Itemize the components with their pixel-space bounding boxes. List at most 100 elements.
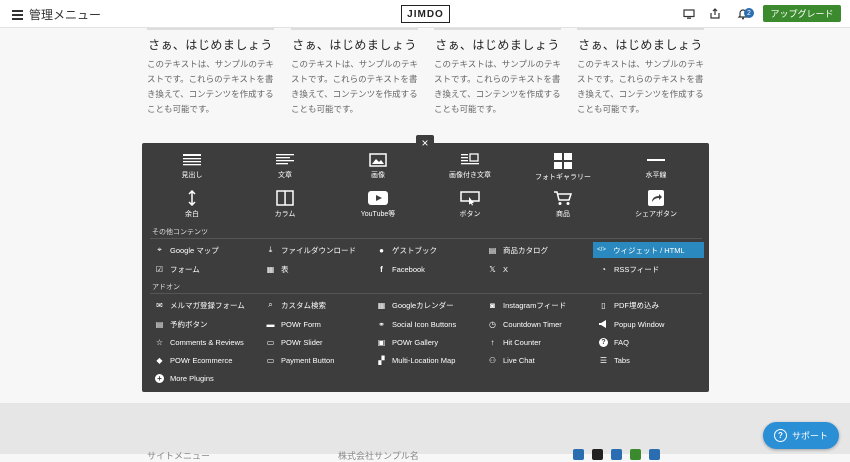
social-icon[interactable] bbox=[649, 449, 660, 460]
gallery-small-icon: ▣ bbox=[377, 337, 386, 347]
addon-instagram-feed[interactable]: ◙ Instagramフィード bbox=[485, 297, 596, 313]
map-icon: ▞ bbox=[378, 355, 385, 365]
upgrade-button[interactable]: アップグレード bbox=[763, 5, 841, 22]
pdf-icon: ▯ bbox=[601, 300, 606, 310]
addon-faq[interactable]: ? FAQ bbox=[596, 334, 707, 350]
column-heading[interactable]: さぁ、はじめましょう bbox=[434, 36, 561, 53]
x-social-icon[interactable] bbox=[592, 449, 603, 460]
admin-menu-button[interactable]: 管理メニュー bbox=[12, 6, 101, 23]
hamburger-icon bbox=[12, 10, 23, 20]
addon-live-chat[interactable]: ⚇ Live Chat bbox=[485, 352, 596, 368]
cart-icon bbox=[554, 191, 573, 205]
code-icon: </> bbox=[597, 247, 606, 253]
slider-icon: ▭ bbox=[266, 337, 275, 347]
column-text[interactable]: このテキストは、サンプルのテキストです。これらのテキストを書き換えて、コンテンツ… bbox=[434, 57, 561, 117]
calendar-icon: ▦ bbox=[377, 300, 386, 310]
block-image-text[interactable]: 画像付き文章 bbox=[425, 153, 515, 180]
addon-social-icon-buttons[interactable]: ⚭ Social Icon Buttons bbox=[374, 316, 485, 332]
footer-company-name[interactable]: 株式会社サンプル名 bbox=[338, 449, 419, 462]
desktop-preview-icon[interactable] bbox=[683, 8, 695, 20]
spacer-icon bbox=[188, 190, 196, 206]
addon-more-plugins[interactable]: + More Plugins bbox=[152, 370, 263, 386]
item-form[interactable]: ☑ フォーム bbox=[152, 261, 263, 277]
item-google-map[interactable]: ⌖ Google マップ bbox=[152, 242, 263, 258]
addon-custom-search[interactable]: ⌕ カスタム検索 bbox=[263, 297, 374, 313]
add-element-panel: 見出し 文章 画像 画像付き文章 フォトギャラリー 水平線 余白 カラム You… bbox=[142, 143, 709, 392]
download-icon: ⤓ bbox=[268, 245, 273, 254]
column-heading[interactable]: さぁ、はじめましょう bbox=[147, 36, 274, 53]
block-share[interactable]: シェアボタン bbox=[611, 190, 701, 219]
block-columns[interactable]: カラム bbox=[240, 190, 330, 219]
other-contents-heading: その他コンテンツ bbox=[152, 229, 208, 236]
tag-icon: ◆ bbox=[156, 355, 163, 365]
megaphone-icon bbox=[599, 320, 608, 329]
divider bbox=[150, 293, 702, 294]
block-image[interactable]: 画像 bbox=[333, 153, 423, 180]
addon-payment-button[interactable]: ▭ Payment Button bbox=[263, 352, 374, 368]
column-text[interactable]: このテキストは、サンプルのテキストです。これらのテキストを書き換えて、コンテンツ… bbox=[291, 57, 418, 117]
addon-multi-location-map[interactable]: ▞ Multi-Location Map bbox=[374, 352, 485, 368]
block-gallery[interactable]: フォトギャラリー bbox=[518, 153, 608, 182]
item-product-catalog[interactable]: ▤ 商品カタログ bbox=[485, 242, 596, 258]
block-label: ボタン bbox=[459, 211, 481, 218]
footer-site-menu[interactable]: サイトメニュー bbox=[147, 449, 210, 462]
block-label: 画像 bbox=[371, 172, 385, 179]
column-heading[interactable]: さぁ、はじめましょう bbox=[577, 36, 704, 53]
block-button[interactable]: ボタン bbox=[425, 190, 515, 219]
item-table[interactable]: ▦ 表 bbox=[263, 261, 374, 277]
addon-countdown-timer[interactable]: ◷ Countdown Timer bbox=[485, 316, 596, 332]
addon-pdf-embed[interactable]: ▯ PDF埋め込み bbox=[596, 297, 707, 313]
linkedin-social-icon[interactable] bbox=[611, 449, 622, 460]
block-label: 商品 bbox=[556, 211, 570, 218]
column-text[interactable]: このテキストは、サンプルのテキストです。これらのテキストを書き換えて、コンテンツ… bbox=[147, 57, 274, 117]
item-x[interactable]: 𝕏X bbox=[485, 261, 596, 277]
divider bbox=[150, 238, 702, 239]
item-file-download[interactable]: ⤓ ファイルダウンロード bbox=[263, 242, 374, 258]
item-facebook[interactable]: f Facebook bbox=[374, 261, 485, 277]
item-widget-html[interactable]: </> ウィジェット / HTML bbox=[593, 242, 704, 258]
addon-tabs[interactable]: ☰ Tabs bbox=[596, 352, 707, 368]
rss-icon: ◔ bbox=[601, 264, 606, 274]
addon-powr-gallery[interactable]: ▣ POWr Gallery bbox=[374, 334, 485, 350]
addon-powr-slider[interactable]: ▭ POWr Slider bbox=[263, 334, 374, 350]
addon-hit-counter[interactable]: ↑ Hit Counter bbox=[485, 334, 596, 350]
clock-icon: ◷ bbox=[489, 319, 496, 329]
addon-popup-window[interactable]: Popup Window bbox=[596, 316, 707, 332]
item-rss-feed[interactable]: ◔ RSSフィード bbox=[596, 261, 707, 277]
addon-powr-ecommerce[interactable]: ◆ POWr Ecommerce bbox=[152, 352, 263, 368]
block-heading[interactable]: 見出し bbox=[147, 153, 237, 180]
close-panel-button[interactable]: × bbox=[416, 135, 434, 151]
column-text[interactable]: このテキストは、サンプルのテキストです。これらのテキストを書き換えて、コンテンツ… bbox=[577, 57, 704, 117]
question-icon: ? bbox=[599, 337, 608, 347]
column-heading[interactable]: さぁ、はじめましょう bbox=[291, 36, 418, 53]
block-spacer[interactable]: 余白 bbox=[147, 190, 237, 219]
content-column: さぁ、はじめましょう このテキストは、サンプルのテキストです。これらのテキストを… bbox=[577, 28, 704, 117]
block-text[interactable]: 文章 bbox=[240, 153, 330, 180]
item-guestbook[interactable]: ● ゲストブック bbox=[374, 242, 485, 258]
share-out-icon[interactable] bbox=[709, 8, 721, 20]
block-label: 見出し bbox=[181, 172, 203, 179]
heading-icon bbox=[183, 154, 201, 166]
block-label: 水平線 bbox=[645, 172, 667, 179]
addon-powr-form[interactable]: ▬ POWr Form bbox=[263, 316, 374, 332]
block-label: 画像付き文章 bbox=[449, 172, 491, 179]
support-button[interactable]: ? サポート bbox=[763, 422, 839, 449]
booking-icon: ▤ bbox=[155, 319, 164, 329]
chat-icon: ● bbox=[379, 245, 384, 255]
mail-icon: ✉ bbox=[156, 300, 163, 310]
addon-booking-button[interactable]: ▤ 予約ボタン bbox=[152, 316, 263, 332]
addon-comments-reviews[interactable]: ☆ Comments & Reviews bbox=[152, 334, 263, 350]
content-column: さぁ、はじめましょう このテキストは、サンプルのテキストです。これらのテキストを… bbox=[434, 28, 561, 117]
line-social-icon[interactable] bbox=[630, 449, 641, 460]
star-icon: ☆ bbox=[155, 337, 164, 347]
gallery-icon bbox=[554, 153, 572, 169]
facebook-social-icon[interactable] bbox=[573, 449, 584, 460]
jimdo-logo[interactable]: JIMDO bbox=[401, 5, 450, 23]
block-youtube[interactable]: YouTube等 bbox=[333, 190, 423, 219]
block-label: 文章 bbox=[278, 172, 292, 179]
addon-google-calendar[interactable]: ▦ Googleカレンダー bbox=[374, 297, 485, 313]
block-horizontal-line[interactable]: 水平線 bbox=[611, 153, 701, 180]
addon-newsletter-form[interactable]: ✉ メルマガ登録フォーム bbox=[152, 297, 263, 313]
link-icon: ⚭ bbox=[378, 319, 385, 329]
block-product[interactable]: 商品 bbox=[518, 190, 608, 219]
